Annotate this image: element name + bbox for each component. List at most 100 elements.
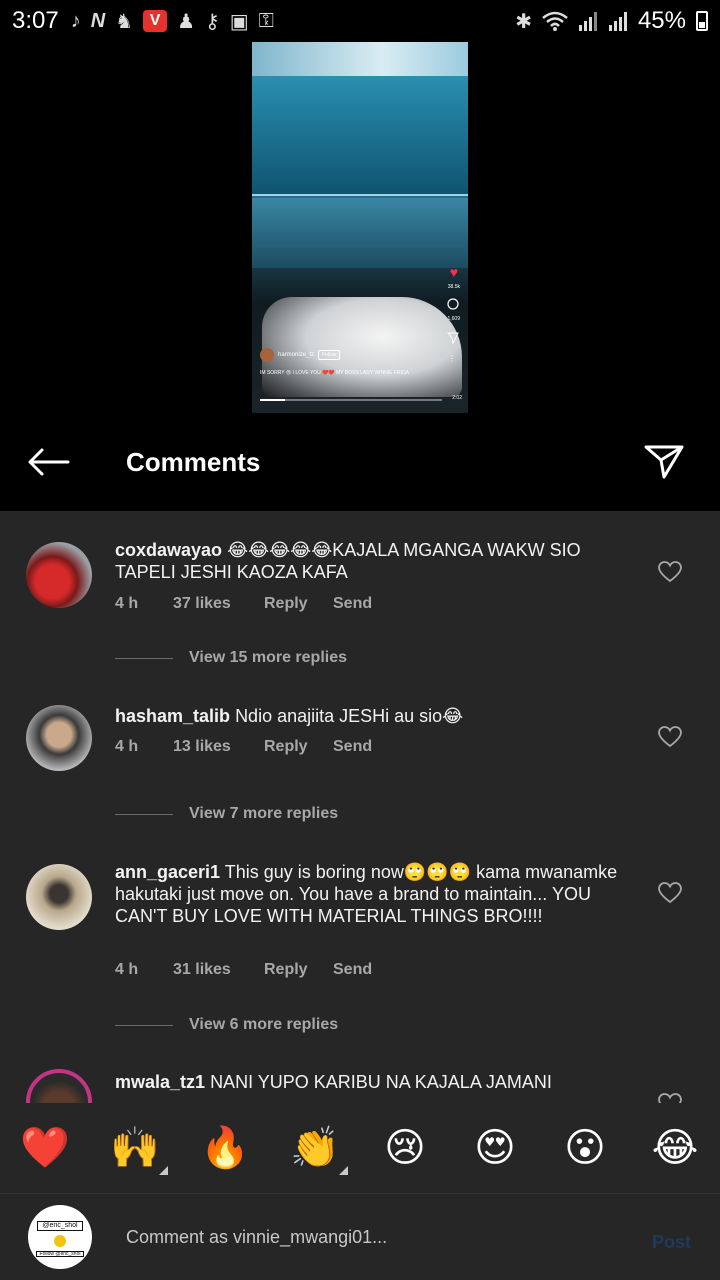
quick-emoji-bar: ❤️ 🙌 🔥 👏 😢 😍 😮 😂 bbox=[0, 1103, 720, 1193]
vivaldi-icon: V bbox=[143, 10, 168, 32]
comment-likes[interactable]: 37 likes bbox=[173, 595, 264, 613]
video-author-username[interactable]: harmonize_tz bbox=[278, 352, 314, 358]
bluetooth-icon: ✱ bbox=[515, 10, 532, 33]
comment-likes[interactable]: 31 likes bbox=[173, 961, 264, 979]
comments-list[interactable]: coxdawayao 😂😂😂😂😂KAJALA MGANGA WAKW SIO T… bbox=[0, 511, 720, 1103]
send-button[interactable]: Send bbox=[333, 595, 372, 613]
comment-input[interactable] bbox=[126, 1222, 606, 1252]
skin-tone-indicator-icon bbox=[339, 1166, 348, 1175]
send-button[interactable]: Send bbox=[333, 961, 372, 979]
view-more-label[interactable]: View 15 more replies bbox=[189, 649, 347, 667]
system-icons: ✱ 45% bbox=[515, 7, 708, 35]
video-share-icon[interactable] bbox=[447, 332, 459, 344]
comment-body: mwala_tz1 NANI YUPO KARIBU NA KAJALA JAM… bbox=[115, 1071, 635, 1093]
comment-body: coxdawayao 😂😂😂😂😂KAJALA MGANGA WAKW SIO T… bbox=[115, 539, 635, 583]
avatar[interactable] bbox=[26, 864, 92, 930]
comment-time: 4 h bbox=[115, 961, 139, 978]
comment-body: ann_gaceri1 This guy is boring now🙄🙄🙄 ka… bbox=[115, 861, 635, 927]
view-more-replies[interactable]: View 7 more replies bbox=[115, 805, 338, 823]
wifi-icon bbox=[542, 11, 568, 31]
comment-username[interactable]: mwala_tz1 bbox=[115, 1072, 205, 1092]
video-car bbox=[262, 297, 462, 397]
reply-button[interactable]: Reply bbox=[264, 738, 333, 756]
emoji-fire[interactable]: 🔥 bbox=[200, 1123, 250, 1173]
emoji-glyph: 👏 bbox=[290, 1125, 340, 1171]
emoji-clap[interactable]: 👏 bbox=[290, 1123, 348, 1175]
avatar[interactable]: @eric_shol Follow @eric_shol bbox=[28, 1205, 92, 1269]
video-glass-panel bbox=[252, 198, 468, 268]
video-sky bbox=[252, 42, 468, 76]
comment-username[interactable]: ann_gaceri1 bbox=[115, 862, 220, 882]
emoji-glyph: 🙌 bbox=[110, 1125, 160, 1171]
premier-league-icon: ♞ bbox=[115, 10, 134, 33]
comment-likes[interactable]: 13 likes bbox=[173, 738, 264, 756]
video-like-count: 38.5k bbox=[447, 284, 460, 290]
divider bbox=[115, 1024, 173, 1026]
comment-username[interactable]: coxdawayao bbox=[115, 540, 222, 560]
status-bar: 3:07 ♪ N ♞ V ♟ ⚷ ▣ ⚿ ✱ 45% bbox=[0, 0, 720, 42]
video-duration: 2:02 bbox=[452, 395, 462, 401]
view-more-replies[interactable]: View 15 more replies bbox=[115, 649, 347, 667]
skin-tone-indicator-icon bbox=[159, 1166, 168, 1175]
comment-text: Ndio anajiita JESHi au sio😂 bbox=[235, 706, 464, 726]
view-more-replies[interactable]: View 6 more replies bbox=[115, 1016, 338, 1034]
view-more-label[interactable]: View 7 more replies bbox=[189, 805, 338, 823]
status-time: 3:07 bbox=[12, 7, 59, 34]
page-title: Comments bbox=[126, 447, 261, 477]
emoji-raised-hands[interactable]: 🙌 bbox=[110, 1123, 168, 1175]
comment-body: hasham_talib Ndio anajiita JESHi au sio😂 bbox=[115, 705, 635, 727]
view-more-label[interactable]: View 6 more replies bbox=[189, 1016, 338, 1034]
emoji-tears-of-joy[interactable]: 😂 bbox=[650, 1123, 700, 1173]
video-comment-icon[interactable] bbox=[447, 298, 459, 310]
avatar[interactable] bbox=[26, 705, 92, 771]
reel-video-preview[interactable]: ♥ 38.5k 1,609 ⋮ harmonize_tz Follow IM S… bbox=[252, 42, 468, 413]
vpn-key-icon: ⚿ bbox=[258, 9, 274, 32]
comment-time: 4 h bbox=[115, 738, 139, 755]
video-more-icon[interactable]: ⋮ bbox=[448, 354, 456, 363]
video-progress-fill bbox=[260, 399, 286, 401]
avatar-text: @eric_shol bbox=[37, 1221, 83, 1231]
battery-icon bbox=[696, 11, 708, 31]
n-icon: N bbox=[90, 9, 106, 32]
divider bbox=[115, 657, 173, 659]
comment-composer: @eric_shol Follow @eric_shol Post bbox=[0, 1193, 720, 1280]
comment-meta: 4 h 31 likes Reply Send bbox=[115, 961, 372, 979]
gallery-icon: ▣ bbox=[229, 10, 249, 33]
heart-icon[interactable] bbox=[658, 561, 682, 583]
heart-icon[interactable] bbox=[658, 726, 682, 748]
avatar[interactable] bbox=[26, 1069, 92, 1103]
video-progress-bar[interactable] bbox=[260, 399, 442, 401]
emoji-heart[interactable]: ❤️ bbox=[20, 1123, 70, 1173]
video-follow-button[interactable]: Follow bbox=[318, 350, 341, 360]
direct-send-icon[interactable] bbox=[644, 443, 684, 479]
reply-button[interactable]: Reply bbox=[264, 595, 333, 613]
notification-icons: ♪ N ♞ V ♟ ⚷ ▣ ⚿ bbox=[71, 9, 274, 34]
video-caption: IM SORRY 😢 I LOVE YOU ❤️❤️ MY BOSS LADY … bbox=[260, 370, 409, 376]
comment-meta: 4 h 13 likes Reply Send bbox=[115, 738, 372, 756]
video-like-icon[interactable]: ♥ bbox=[450, 264, 458, 280]
reply-button[interactable]: Reply bbox=[264, 961, 333, 979]
divider bbox=[115, 813, 173, 815]
battery-percent: 45% bbox=[637, 7, 686, 34]
video-author: harmonize_tz Follow bbox=[260, 348, 341, 362]
comment-meta: 4 h 37 likes Reply Send bbox=[115, 595, 372, 613]
emoji-surprised[interactable]: 😮 bbox=[560, 1123, 610, 1173]
post-button[interactable]: Post bbox=[652, 1232, 691, 1253]
emoji-crying[interactable]: 😢 bbox=[380, 1123, 430, 1173]
signal-icon bbox=[578, 12, 597, 31]
send-button[interactable]: Send bbox=[333, 738, 372, 756]
video-author-avatar[interactable] bbox=[260, 348, 274, 362]
heart-icon[interactable] bbox=[658, 882, 682, 904]
tiktok-icon: ♪ bbox=[70, 9, 81, 32]
avatar-emoji bbox=[54, 1235, 66, 1247]
comment-username[interactable]: hasham_talib bbox=[115, 706, 230, 726]
comments-header: Comments bbox=[0, 413, 720, 511]
emoji-heart-eyes[interactable]: 😍 bbox=[470, 1123, 520, 1173]
back-arrow-icon[interactable] bbox=[26, 447, 70, 477]
avatar[interactable] bbox=[26, 542, 92, 608]
signal-icon bbox=[608, 12, 627, 31]
video-comment-count: 1,609 bbox=[447, 316, 460, 322]
key-search-icon: ⚷ bbox=[205, 10, 220, 33]
app-icon: ♟ bbox=[177, 10, 196, 33]
heart-icon[interactable] bbox=[658, 1093, 682, 1103]
